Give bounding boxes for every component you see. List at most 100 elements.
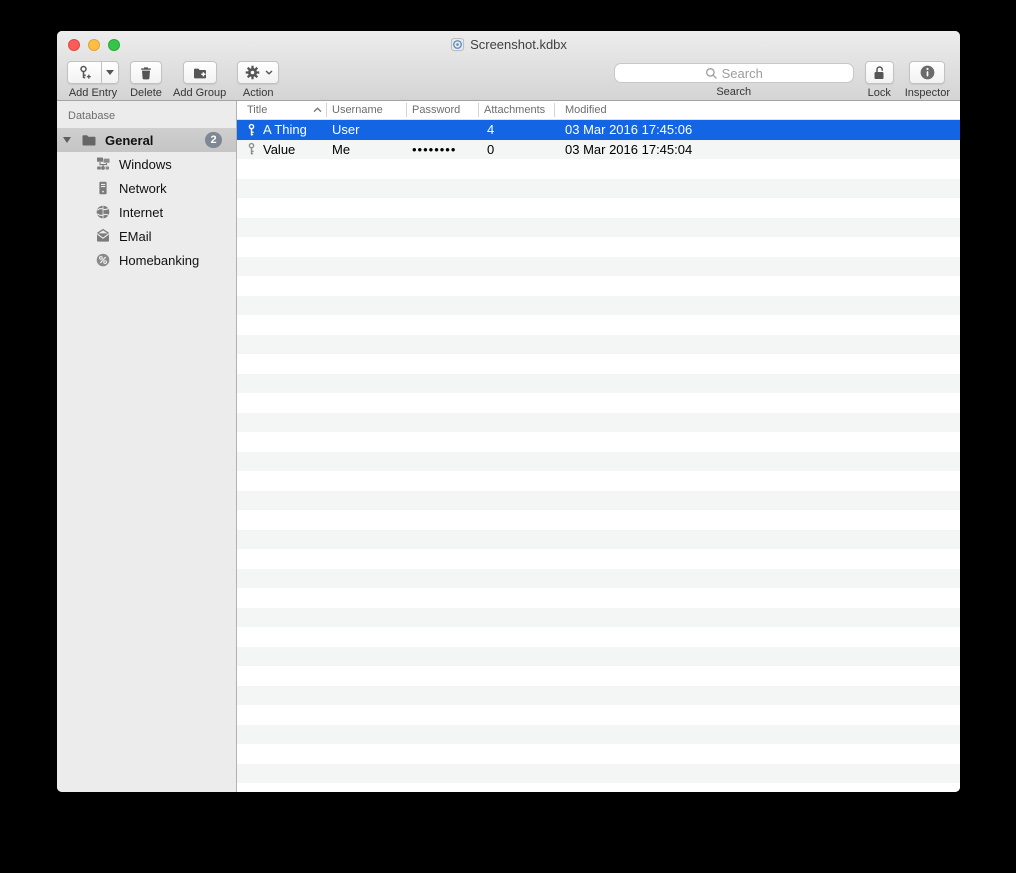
gear-icon xyxy=(244,64,261,81)
sidebar-item-homebanking[interactable]: Homebanking xyxy=(57,248,236,272)
table-row-empty[interactable] xyxy=(237,490,960,510)
column-label: Title xyxy=(247,104,268,116)
folder-plus-icon xyxy=(192,65,208,81)
table-row-empty[interactable] xyxy=(237,666,960,686)
sidebar-item-windows[interactable]: Windows xyxy=(57,152,236,176)
search-placeholder: Search xyxy=(721,65,763,81)
delete-label: Delete xyxy=(130,87,162,99)
column-label: Username xyxy=(332,104,383,116)
cell-modified: 03 Mar 2016 17:45:06 xyxy=(565,122,693,138)
table-row-empty[interactable] xyxy=(237,393,960,413)
table-row-empty[interactable] xyxy=(237,705,960,725)
sidebar-item-label: Internet xyxy=(119,204,164,220)
column-label: Password xyxy=(412,104,461,116)
column-header-modified[interactable]: Modified xyxy=(555,101,960,119)
document-proxy-icon[interactable] xyxy=(450,37,465,52)
table-row-empty[interactable] xyxy=(237,471,960,491)
table-row[interactable]: A Thing User 4 03 Mar 2016 17:45:06 xyxy=(237,120,960,140)
add-group-label: Add Group xyxy=(173,87,227,99)
titlebar[interactable]: Screenshot.kdbx xyxy=(57,31,960,57)
table-row-empty[interactable] xyxy=(237,334,960,354)
folder-icon xyxy=(81,132,97,148)
cell-title: A Thing xyxy=(237,122,327,137)
table-row-empty[interactable] xyxy=(237,588,960,608)
sidebar-item-internet[interactable]: Internet xyxy=(57,200,236,224)
add-group-button[interactable] xyxy=(182,61,217,84)
table-row-empty[interactable] xyxy=(237,276,960,296)
table-row-empty[interactable] xyxy=(237,646,960,666)
cell-attachments: 0 xyxy=(487,141,495,157)
envelope-icon xyxy=(95,228,111,244)
column-label: Attachments xyxy=(484,104,546,116)
app-window: Screenshot.kdbx Add Entry Delete Add Gro… xyxy=(57,31,960,792)
table-row-empty[interactable] xyxy=(237,783,960,792)
table-row-empty[interactable] xyxy=(237,256,960,276)
delete-button[interactable] xyxy=(130,61,162,84)
table-row-empty[interactable] xyxy=(237,549,960,569)
key-plus-icon xyxy=(77,65,93,81)
toolbar-item-inspector: Inspector xyxy=(905,61,950,99)
disclosure-triangle-icon[interactable] xyxy=(63,137,73,143)
chevron-down-icon xyxy=(265,70,273,75)
search-item-label: Search xyxy=(716,86,752,98)
percent-icon xyxy=(95,252,111,268)
column-header-username[interactable]: Username xyxy=(327,101,407,119)
table-row-empty[interactable] xyxy=(237,529,960,549)
column-header-password[interactable]: Password xyxy=(407,101,479,119)
action-button[interactable] xyxy=(237,61,280,84)
toolbar-item-add-group: Add Group xyxy=(173,61,226,99)
add-entry-button[interactable] xyxy=(67,61,102,84)
entry-title: A Thing xyxy=(263,122,307,138)
table-row-empty[interactable] xyxy=(237,432,960,452)
table-row[interactable]: Value Me •••••••• 0 03 Mar 2016 17:45:04 xyxy=(237,139,960,159)
cell-password: •••••••• xyxy=(412,141,457,157)
table-row-empty[interactable] xyxy=(237,237,960,257)
search-input[interactable]: Search xyxy=(613,63,854,83)
table-body: A Thing User 4 03 Mar 2016 17:45:06 Value Me •… xyxy=(237,120,960,792)
lock-label: Lock xyxy=(867,87,891,99)
lock-button[interactable] xyxy=(864,61,894,84)
table-row-empty[interactable] xyxy=(237,744,960,764)
table-row-empty[interactable] xyxy=(237,607,960,627)
table-row-empty[interactable] xyxy=(237,198,960,218)
add-entry-dropdown-button[interactable] xyxy=(102,61,119,84)
search-icon xyxy=(705,67,718,80)
table-row-empty[interactable] xyxy=(237,627,960,647)
action-label: Action xyxy=(242,87,274,99)
table-row-empty[interactable] xyxy=(237,412,960,432)
column-header-attachments[interactable]: Attachments xyxy=(479,101,555,119)
title-wrap: Screenshot.kdbx xyxy=(57,31,960,57)
table-row-empty[interactable] xyxy=(237,217,960,237)
sidebar-header: Database xyxy=(68,110,116,122)
table-row-empty[interactable] xyxy=(237,159,960,179)
table-row-empty[interactable] xyxy=(237,315,960,335)
cell-username: User xyxy=(332,122,360,138)
sidebar-item-network[interactable]: Network xyxy=(57,176,236,200)
windows-network-icon xyxy=(95,156,111,172)
table-row-empty[interactable] xyxy=(237,373,960,393)
table-row-empty[interactable] xyxy=(237,568,960,588)
add-entry-label: Add Entry xyxy=(68,87,118,99)
window-title: Screenshot.kdbx xyxy=(470,36,567,52)
table-row-empty[interactable] xyxy=(237,354,960,374)
table-row-empty[interactable] xyxy=(237,510,960,530)
inspector-button[interactable] xyxy=(909,61,946,84)
sidebar-item-general[interactable]: General 2 xyxy=(57,128,236,152)
table-row-empty[interactable] xyxy=(237,451,960,471)
cell-title: Value xyxy=(237,142,327,157)
sidebar-item-label: Windows xyxy=(119,156,172,172)
window-chrome: Screenshot.kdbx Add Entry Delete Add Gro… xyxy=(57,31,960,101)
table-row-empty[interactable] xyxy=(237,724,960,744)
column-label: Modified xyxy=(565,104,607,116)
table-row-empty[interactable] xyxy=(237,295,960,315)
sidebar-item-label: Homebanking xyxy=(119,252,200,268)
table-header: Title Username Password Attachments Modi… xyxy=(237,101,960,120)
key-icon xyxy=(246,123,257,137)
inspector-label: Inspector xyxy=(904,87,950,99)
table-row-empty[interactable] xyxy=(237,685,960,705)
column-header-title[interactable]: Title xyxy=(237,101,327,119)
sidebar-item-email[interactable]: EMail xyxy=(57,224,236,248)
table-row-empty[interactable] xyxy=(237,763,960,783)
table-row-empty[interactable] xyxy=(237,178,960,198)
toolbar-item-action: Action xyxy=(237,61,280,99)
